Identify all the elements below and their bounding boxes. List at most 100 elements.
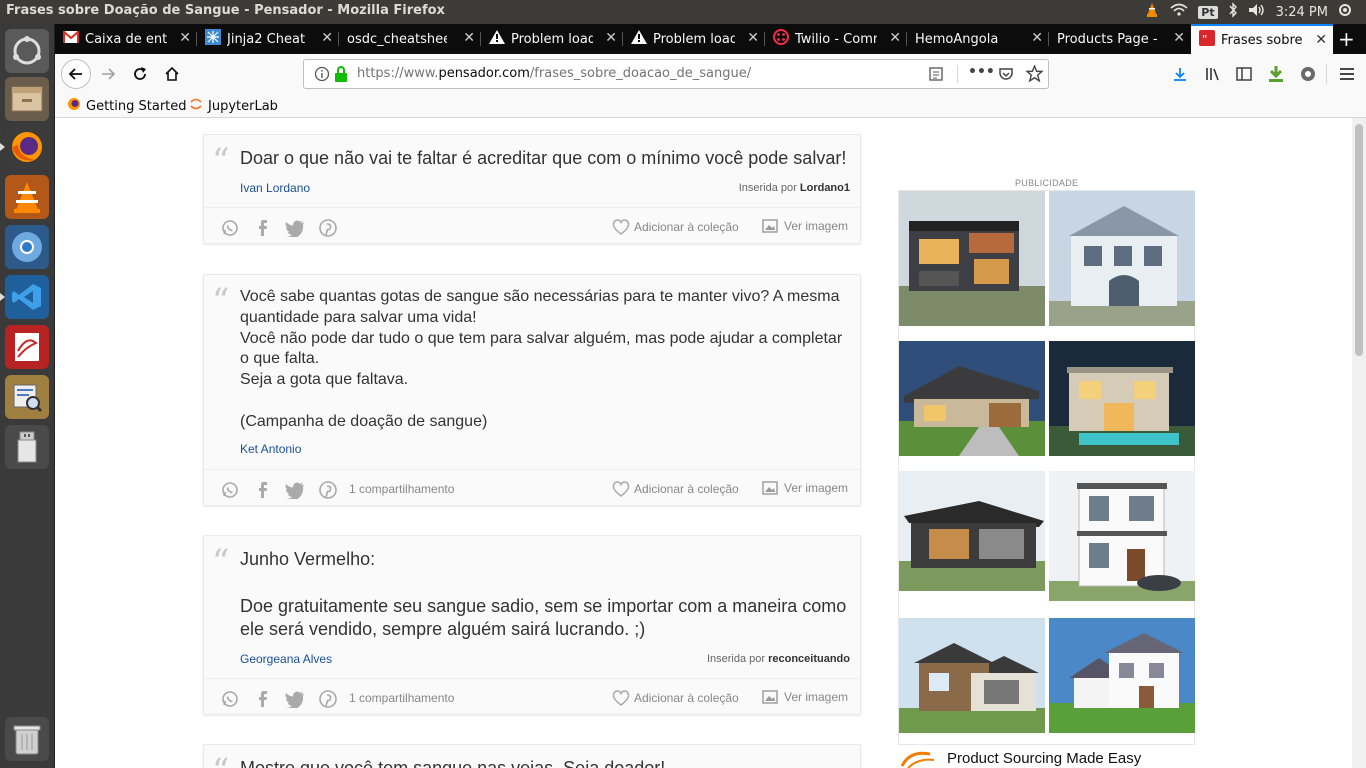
tab-products-page[interactable]: Products Page - D ✕ — [1049, 24, 1191, 54]
house-image[interactable] — [1049, 471, 1195, 601]
keyboard-layout-indicator[interactable]: Pt — [1198, 5, 1218, 19]
share-count: 1 compartilhamento — [349, 482, 455, 496]
scrollbar-thumb[interactable] — [1355, 124, 1363, 356]
twitter-share-icon[interactable] — [285, 480, 305, 500]
trash-icon[interactable] — [5, 717, 49, 761]
tab-hemoangola[interactable]: HemoAngola ✕ — [907, 24, 1049, 54]
jinja-icon — [205, 29, 221, 49]
extension-icon[interactable] — [1296, 62, 1320, 86]
back-button[interactable] — [61, 59, 91, 89]
quote-author-link[interactable]: Ivan Lordano — [240, 181, 310, 195]
warning-icon — [631, 30, 647, 48]
info-icon[interactable] — [314, 66, 330, 86]
pinterest-share-icon[interactable] — [318, 689, 338, 709]
tab-gmail[interactable]: Caixa de entrada ✕ — [55, 24, 197, 54]
close-tab-icon[interactable]: ✕ — [179, 30, 191, 46]
quote-card: “ Você sabe quantas gotas de sangue são … — [203, 274, 861, 506]
house-image[interactable] — [899, 618, 1045, 733]
close-tab-icon[interactable]: ✕ — [889, 30, 901, 46]
pinterest-share-icon[interactable] — [318, 218, 338, 238]
close-tab-icon[interactable]: ✕ — [605, 30, 617, 46]
hamburger-menu-icon[interactable] — [1335, 62, 1359, 86]
facebook-share-icon[interactable] — [253, 480, 273, 500]
close-tab-icon[interactable]: ✕ — [1315, 32, 1327, 48]
twitter-share-icon[interactable] — [285, 218, 305, 238]
quote-line: (Campanha de doação de sangue) — [240, 412, 488, 430]
vlc-launcher-icon[interactable] — [5, 175, 49, 219]
document-viewer-icon[interactable] — [5, 325, 49, 369]
firefox-icon[interactable] — [0, 125, 49, 169]
forward-button[interactable] — [96, 62, 120, 86]
chromium-icon[interactable] — [5, 225, 49, 269]
house-image[interactable] — [899, 471, 1045, 591]
view-image-button[interactable]: Ver imagem — [762, 219, 848, 233]
house-image[interactable] — [899, 341, 1045, 456]
whatsapp-share-icon[interactable] — [220, 480, 240, 500]
quote-author-link[interactable]: Georgeana Alves — [240, 652, 332, 666]
page-content: “ Doar o que não vai te faltar é acredit… — [55, 118, 1351, 768]
facebook-share-icon[interactable] — [253, 689, 273, 709]
new-tab-plus-icon[interactable]: + — [1338, 27, 1355, 51]
inserted-by-user-link[interactable]: reconceituando — [768, 653, 850, 665]
view-image-button[interactable]: Ver imagem — [762, 481, 848, 495]
vscode-icon[interactable] — [0, 275, 49, 319]
tab-frases-sobre-doacao[interactable]: " Frases sobre Doação ✕ — [1191, 24, 1333, 54]
close-tab-icon[interactable]: ✕ — [1031, 30, 1043, 46]
power-gear-icon[interactable] — [1338, 3, 1352, 21]
tab-problem-loading-2[interactable]: Problem loading page ✕ — [623, 24, 765, 54]
ad-brand-logo-icon[interactable] — [900, 748, 936, 768]
house-image[interactable] — [1049, 618, 1195, 733]
close-tab-icon[interactable]: ✕ — [463, 30, 475, 46]
house-image[interactable] — [1049, 191, 1195, 326]
url-bar[interactable]: https://www.pensador.com/frases_sobre_do… — [303, 59, 1049, 89]
clock[interactable]: 3:24 PM — [1276, 5, 1328, 20]
view-image-label: Ver imagem — [784, 481, 849, 495]
reload-button[interactable] — [128, 62, 152, 86]
quote-author-link[interactable]: Ket Antonio — [240, 442, 301, 456]
files-icon[interactable] — [5, 77, 49, 121]
add-to-collection-button[interactable]: Adicionar à coleção — [612, 219, 739, 235]
tab-problem-loading-1[interactable]: Problem loading page ✕ — [481, 24, 623, 54]
ubuntu-dash-icon[interactable] — [5, 29, 49, 73]
ad-banner[interactable]: ✕ — [898, 189, 1195, 745]
tab-osdc[interactable]: osdc_cheatsheet ✕ — [339, 24, 481, 54]
close-tab-icon[interactable]: ✕ — [747, 30, 759, 46]
close-tab-icon[interactable]: ✕ — [1173, 30, 1185, 46]
screenshot-tool-icon[interactable] — [5, 375, 49, 419]
page-actions-icon[interactable]: ••• — [968, 64, 995, 80]
page-scrollbar[interactable] — [1352, 118, 1366, 768]
view-image-button[interactable]: Ver imagem — [762, 690, 848, 704]
pocket-icon[interactable] — [998, 66, 1014, 86]
tab-label: Frases sobre Doação — [1221, 32, 1303, 48]
quote-card: “ Mostre que você tem sangue nas veias. … — [203, 744, 861, 768]
vlc-tray-icon[interactable] — [1144, 2, 1160, 22]
tab-twilio[interactable]: Twilio - Communications ✕ — [765, 24, 907, 54]
house-image[interactable] — [899, 191, 1045, 326]
reader-view-icon[interactable] — [928, 66, 944, 86]
download-helper-extension-icon[interactable] — [1264, 62, 1288, 86]
volume-icon[interactable] — [1248, 2, 1266, 22]
sidebar-icon[interactable] — [1232, 62, 1256, 86]
downloads-icon[interactable] — [1168, 62, 1192, 86]
whatsapp-share-icon[interactable] — [220, 218, 240, 238]
pinterest-share-icon[interactable] — [318, 480, 338, 500]
twitter-share-icon[interactable] — [285, 689, 305, 709]
house-image[interactable] — [1049, 341, 1195, 456]
facebook-share-icon[interactable] — [253, 218, 273, 238]
home-button[interactable] — [160, 62, 184, 86]
bookmark-jupyterlab[interactable]: JupyterLab — [189, 97, 278, 115]
tab-jinja2[interactable]: Jinja2 Cheat Sheet ✕ — [197, 24, 339, 54]
inserted-by-user-link[interactable]: Lordano1 — [800, 182, 850, 194]
bluetooth-icon[interactable] — [1228, 2, 1238, 22]
secure-lock-icon[interactable] — [334, 66, 348, 86]
close-tab-icon[interactable]: ✕ — [321, 30, 333, 46]
ad-title[interactable]: Product Sourcing Made Easy — [947, 750, 1141, 767]
add-to-collection-button[interactable]: Adicionar à coleção — [612, 481, 739, 497]
bookmark-star-icon[interactable] — [1025, 64, 1044, 86]
add-to-collection-button[interactable]: Adicionar à coleção — [612, 690, 739, 706]
wifi-icon[interactable] — [1170, 3, 1188, 21]
bookmark-getting-started[interactable]: Getting Started — [67, 97, 187, 115]
library-icon[interactable] — [1201, 62, 1225, 86]
usb-drive-icon[interactable] — [5, 425, 49, 469]
whatsapp-share-icon[interactable] — [220, 689, 240, 709]
